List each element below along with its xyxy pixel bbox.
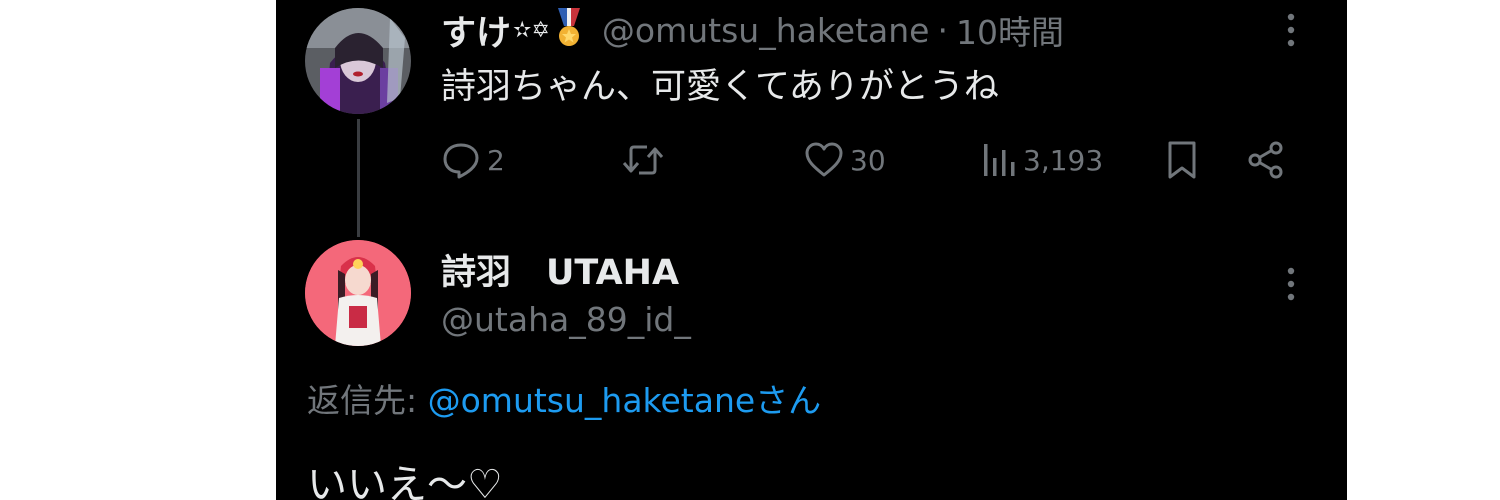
reply-to-label: 返信先:: [307, 381, 428, 420]
user-handle[interactable]: @omutsu_haketane: [602, 11, 930, 50]
more-options-button[interactable]: [1285, 12, 1297, 48]
tweet-text: いいえ〜♡: [307, 462, 503, 500]
view-count: 3,193: [1023, 143, 1104, 177]
like-button[interactable]: 30: [804, 138, 886, 182]
name-decoration: ✫✡: [513, 17, 550, 43]
separator-dot: ·: [937, 10, 948, 50]
medal-icon: [554, 8, 584, 52]
reply-icon: [443, 143, 479, 179]
like-count: 30: [850, 143, 886, 177]
share-icon: [1248, 141, 1283, 179]
display-name[interactable]: 詩羽 UTAHA: [441, 244, 679, 295]
reply-count: 2: [487, 143, 505, 177]
timestamp[interactable]: 10時間: [956, 6, 1064, 54]
tweet-header: すけ ✫✡ @omutsu_haketane · 10時間: [441, 6, 1064, 54]
user-handle[interactable]: @utaha_89_id_: [441, 300, 691, 339]
tweet-action-bar: 2 30 3,193: [441, 138, 1301, 182]
thread-connector-line: [357, 119, 360, 237]
reply-to-handle-link[interactable]: @omutsu_haketaneさん: [428, 381, 822, 420]
reply-to-line: 返信先: @omutsu_haketaneさん: [307, 374, 821, 422]
display-name[interactable]: すけ: [441, 5, 511, 56]
views-button[interactable]: 3,193: [981, 138, 1103, 182]
more-icon: [1287, 267, 1295, 301]
bookmark-icon: [1168, 141, 1196, 179]
heart-icon: [805, 142, 843, 177]
more-options-button[interactable]: [1285, 266, 1297, 302]
views-icon: [984, 144, 1015, 176]
tweet-text: 詩羽ちゃん、可愛くてありがとうね: [441, 67, 999, 107]
avatar[interactable]: [305, 240, 411, 346]
more-icon: [1287, 13, 1295, 47]
share-button[interactable]: [1246, 138, 1286, 182]
bookmark-button[interactable]: [1164, 138, 1200, 182]
retweet-icon: [622, 145, 664, 175]
reply-button[interactable]: 2: [441, 138, 505, 182]
tweet-thread-panel: すけ ✫✡ @omutsu_haketane · 10時間 詩羽ちゃん、可愛くて…: [276, 0, 1347, 500]
avatar[interactable]: [305, 8, 411, 114]
retweet-button[interactable]: [621, 138, 671, 182]
